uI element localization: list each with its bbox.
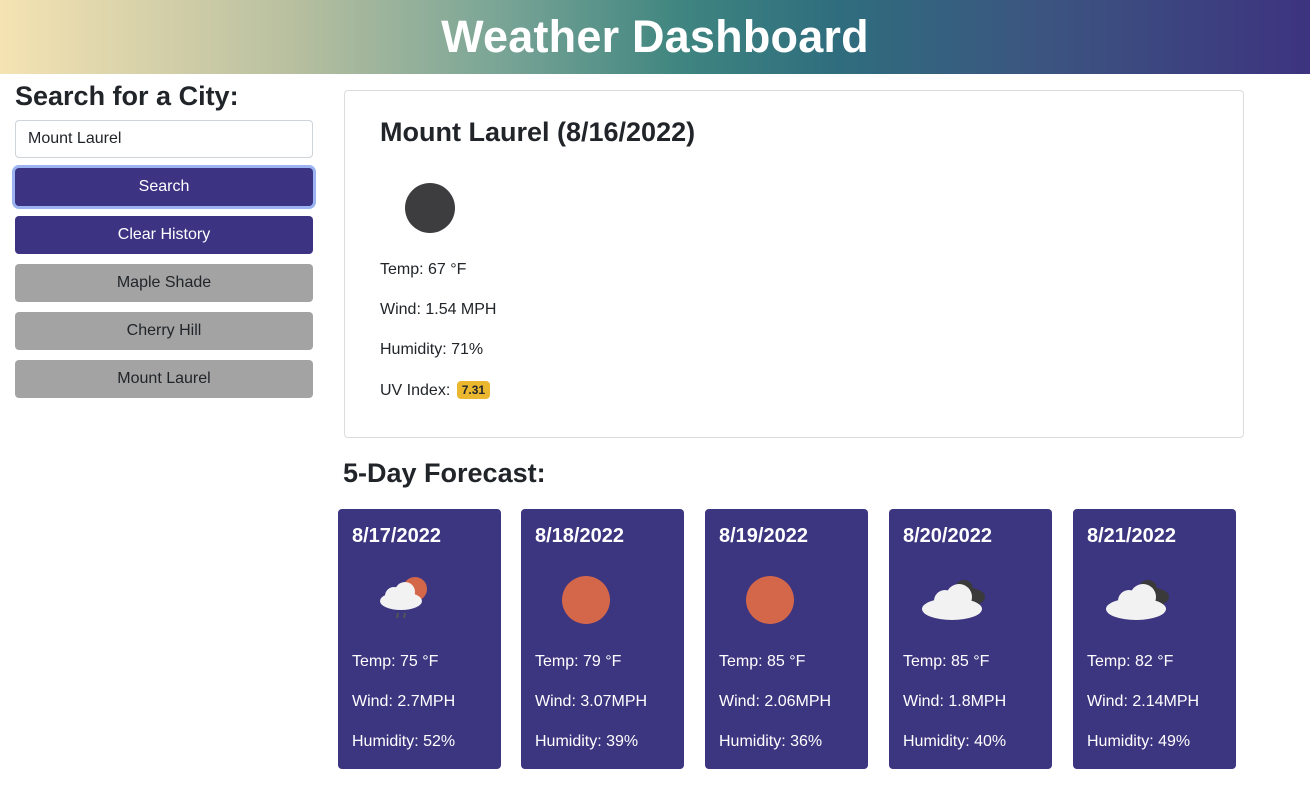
forecast-humidity: Humidity: 39% <box>535 733 639 750</box>
sun-icon <box>562 576 610 624</box>
forecast-wind: Wind: 2.14MPH <box>1087 693 1200 710</box>
forecast-temp: Temp: 82 °F <box>1087 653 1174 670</box>
forecast-card: 8/20/2022 Temp: 85 °F Wind: 1.8MPH Humid… <box>889 509 1052 769</box>
history-city-button[interactable]: Mount Laurel <box>15 360 313 398</box>
forecast-temp: Temp: 79 °F <box>535 653 622 670</box>
history-city-button[interactable]: Cherry Hill <box>15 312 313 350</box>
forecast-wind: Wind: 1.8MPH <box>903 693 1007 710</box>
forecast-card: 8/19/2022 Temp: 85 °F Wind: 2.06MPH Humi… <box>705 509 868 769</box>
history-city-button[interactable]: Maple Shade <box>15 264 313 302</box>
city-search-input[interactable] <box>15 120 313 158</box>
forecast-date: 8/21/2022 <box>1087 525 1176 547</box>
broken-clouds-icon <box>1106 580 1169 620</box>
uv-label: UV Index: <box>380 382 451 399</box>
forecast-date: 8/18/2022 <box>535 525 624 547</box>
forecast-humidity: Humidity: 52% <box>352 733 456 750</box>
current-humidity: Humidity: 71% <box>380 341 484 358</box>
current-weather-card: Mount Laurel (8/16/2022) Temp: 67 °F Win… <box>344 90 1244 438</box>
forecast-temp: Temp: 85 °F <box>719 653 806 670</box>
forecast-temp: Temp: 85 °F <box>903 653 990 670</box>
uv-index-badge: 7.31 <box>456 381 491 399</box>
forecast-humidity: Humidity: 40% <box>903 733 1007 750</box>
search-sidebar: Search for a City: Search Clear History … <box>15 80 313 398</box>
forecast-card: 8/17/2022 Temp: 75 °F Wind: 2.7MPH Humid… <box>338 509 501 769</box>
rain-sun-cloud-icon <box>380 577 427 619</box>
forecast-humidity: Humidity: 36% <box>719 733 823 750</box>
page-header: Weather Dashboard <box>0 0 1310 74</box>
page-title: Weather Dashboard <box>441 11 869 62</box>
clear-history-button[interactable]: Clear History <box>15 216 313 254</box>
forecast-date: 8/17/2022 <box>352 525 441 547</box>
forecast-card: 8/21/2022 Temp: 82 °F Wind: 2.14MPH Humi… <box>1073 509 1236 769</box>
search-heading: Search for a City: <box>15 81 239 111</box>
broken-clouds-icon <box>922 580 985 620</box>
sun-icon <box>746 576 794 624</box>
current-temp: Temp: 67 °F <box>380 261 467 278</box>
forecast-temp: Temp: 75 °F <box>352 653 439 670</box>
forecast-humidity: Humidity: 49% <box>1087 733 1191 750</box>
current-city-title: Mount Laurel (8/16/2022) <box>380 117 696 147</box>
forecast-card: 8/18/2022 Temp: 79 °F Wind: 3.07MPH Humi… <box>521 509 684 769</box>
forecast-date: 8/20/2022 <box>903 525 992 547</box>
forecast-wind: Wind: 2.7MPH <box>352 693 456 710</box>
search-button[interactable]: Search <box>15 168 313 206</box>
current-uv-row: UV Index: 7.31 <box>380 381 491 400</box>
moon-icon <box>405 183 455 233</box>
forecast-date: 8/19/2022 <box>719 525 808 547</box>
forecast-wind: Wind: 2.06MPH <box>719 693 832 710</box>
current-wind: Wind: 1.54 MPH <box>380 301 497 318</box>
forecast-heading: 5-Day Forecast: <box>343 458 546 488</box>
forecast-wind: Wind: 3.07MPH <box>535 693 648 710</box>
